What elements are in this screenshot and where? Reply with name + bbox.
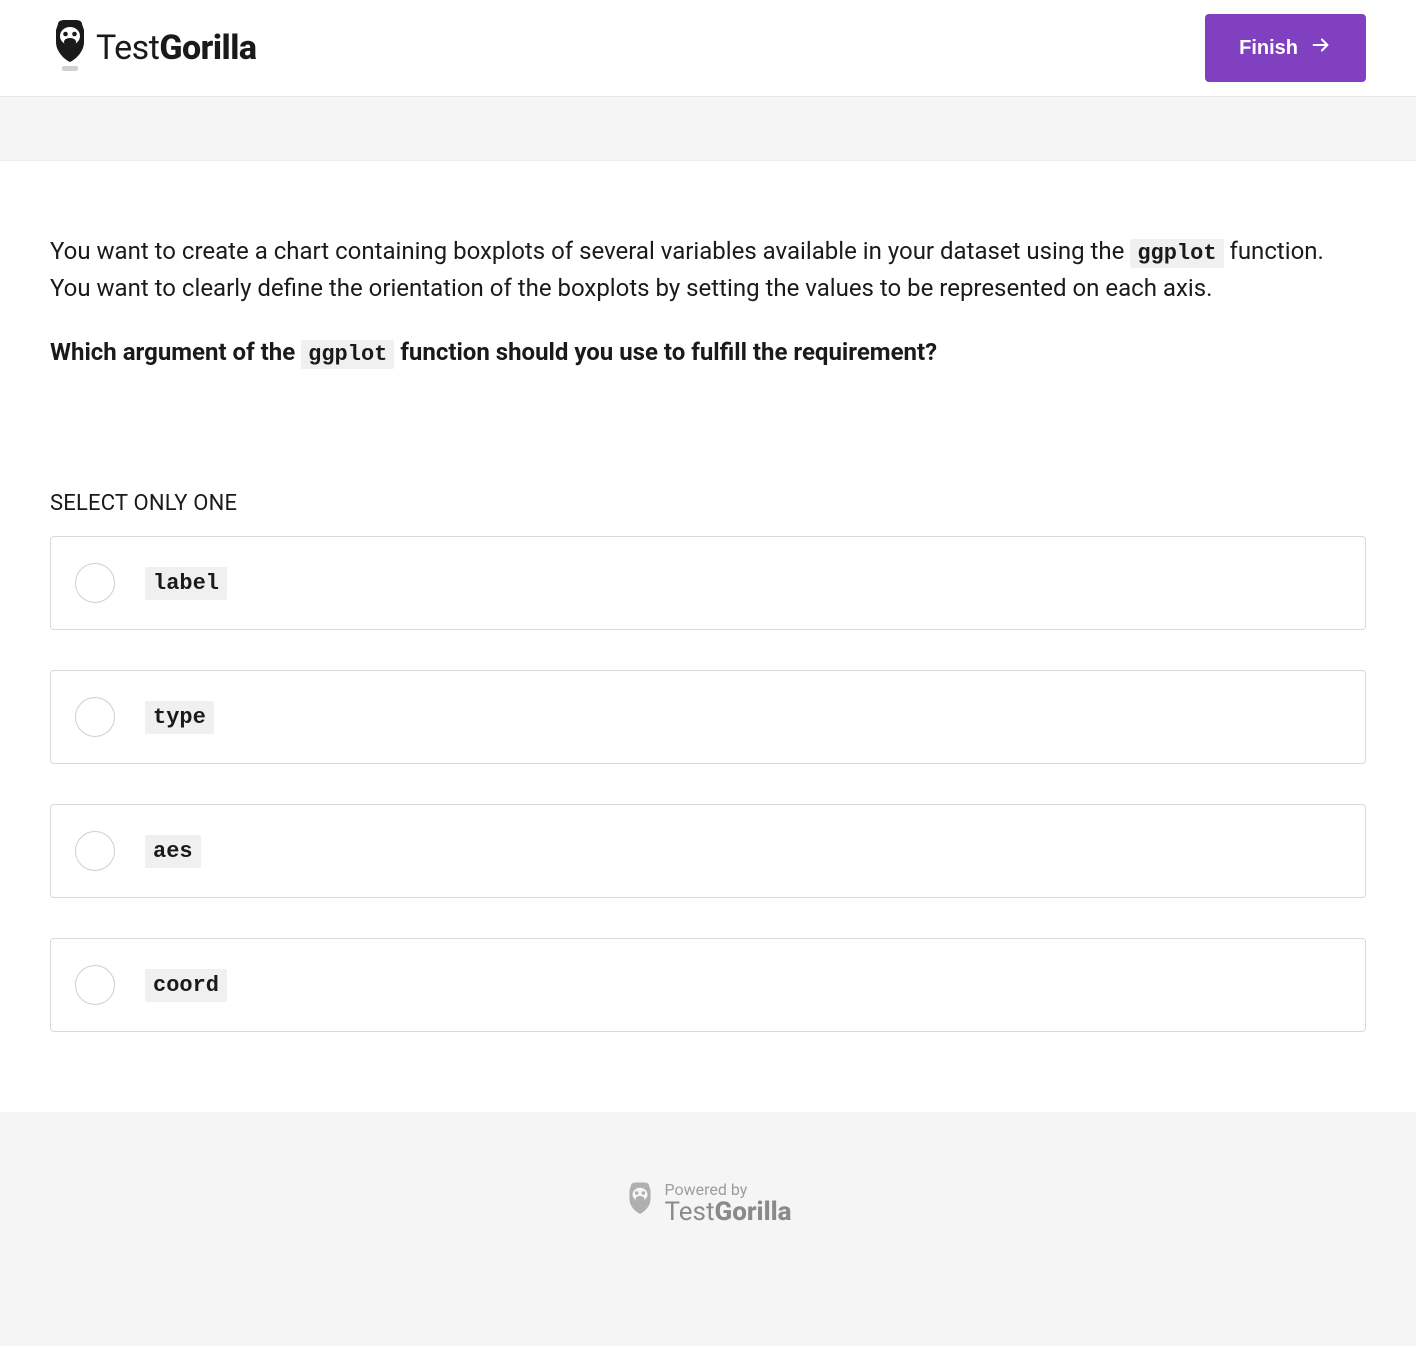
- question-prompt: You want to create a chart containing bo…: [50, 233, 1366, 306]
- code-inline: ggplot: [301, 340, 394, 369]
- sub-header-band: [0, 97, 1416, 161]
- question-bold-prompt: Which argument of the ggplot function sh…: [50, 334, 1366, 371]
- option-row[interactable]: aes: [50, 804, 1366, 898]
- radio-icon: [75, 965, 115, 1005]
- question-area: You want to create a chart containing bo…: [0, 161, 1416, 1112]
- brand-name: TestGorilla: [96, 28, 257, 68]
- radio-icon: [75, 831, 115, 871]
- option-label: label: [145, 571, 227, 596]
- select-instruction: SELECT ONLY ONE: [50, 491, 1366, 516]
- option-row[interactable]: coord: [50, 938, 1366, 1032]
- option-label: type: [145, 705, 214, 730]
- radio-icon: [75, 697, 115, 737]
- arrow-right-icon: [1310, 34, 1332, 62]
- options-list: label type aes coord: [50, 536, 1366, 1032]
- gorilla-icon: [50, 20, 90, 76]
- option-row[interactable]: type: [50, 670, 1366, 764]
- powered-by-badge: Powered by TestGorilla: [625, 1182, 792, 1226]
- header: TestGorilla Finish: [0, 0, 1416, 97]
- radio-icon: [75, 563, 115, 603]
- finish-button-label: Finish: [1239, 37, 1298, 60]
- brand-logo: TestGorilla: [50, 20, 257, 76]
- option-label: aes: [145, 839, 201, 864]
- footer: Powered by TestGorilla: [0, 1112, 1416, 1346]
- gorilla-icon: [625, 1182, 655, 1226]
- option-label: coord: [145, 973, 227, 998]
- powered-by-brand: TestGorilla: [665, 1199, 792, 1226]
- option-row[interactable]: label: [50, 536, 1366, 630]
- finish-button[interactable]: Finish: [1205, 14, 1366, 82]
- code-inline: ggplot: [1130, 239, 1223, 268]
